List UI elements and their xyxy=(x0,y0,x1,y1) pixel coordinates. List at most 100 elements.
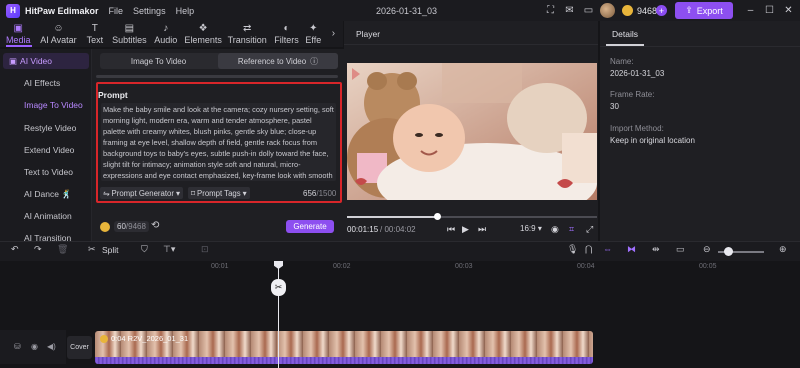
tab-effects[interactable]: ✦ Effe xyxy=(303,21,324,47)
export-label: Export xyxy=(696,5,723,16)
shield-icon[interactable]: ⛉ xyxy=(141,244,148,255)
prompt-generator-icon: ⇋ xyxy=(103,188,110,198)
refresh-icon[interactable]: ⟲ xyxy=(151,220,159,231)
playhead[interactable] xyxy=(278,261,279,368)
next-frame-icon[interactable]: ⏭ xyxy=(478,224,486,235)
redo-icon[interactable]: ↷ xyxy=(34,244,42,255)
play-icon[interactable]: ▶ xyxy=(462,224,469,235)
tab-ai-avatar[interactable]: ☺ AI Avatar xyxy=(36,21,80,47)
menu-file[interactable]: File xyxy=(109,6,124,16)
previous-frame-icon[interactable]: ⏮ xyxy=(447,224,455,235)
timeline-view-icon[interactable]: ▭ xyxy=(676,244,685,255)
import-method-value: Keep in original location xyxy=(610,136,695,145)
dance-icon: 🕺 xyxy=(61,189,72,199)
screen-icon[interactable]: ▭ xyxy=(582,4,595,17)
tab-audio[interactable]: ♪ Audio xyxy=(149,21,182,47)
sidebar-section-label: AI Video xyxy=(20,56,53,66)
crop-icon[interactable]: ⊡ xyxy=(201,244,209,255)
credits-coin-icon xyxy=(100,221,110,232)
aspect-ratio-select[interactable]: 16:9 ▾ xyxy=(520,224,542,233)
delete-icon[interactable]: 🗑 xyxy=(57,244,68,255)
info-icon[interactable]: ⓘ xyxy=(310,56,318,67)
split-button[interactable]: Split xyxy=(102,245,119,255)
divider xyxy=(600,46,800,47)
scissors-icon[interactable]: ✂ xyxy=(88,244,96,255)
export-button[interactable]: ⇪ Export xyxy=(675,2,733,19)
microphone-icon[interactable]: 🎙 xyxy=(567,244,578,255)
zoom-in-icon[interactable]: ⊕ xyxy=(779,244,787,255)
menu-settings[interactable]: Settings xyxy=(133,6,166,16)
mute-icon[interactable]: ◀) xyxy=(47,342,56,351)
prompt-generator-button[interactable]: ⇋ Prompt Generator ▾ xyxy=(100,187,183,199)
sidebar-item-ai-transition[interactable]: AI Transition xyxy=(24,233,71,241)
scroll-indicator[interactable] xyxy=(96,75,338,78)
sidebar-item-extend-video[interactable]: Extend Video xyxy=(24,145,74,155)
sidebar-item-image-to-video[interactable]: Image To Video xyxy=(24,100,83,110)
tab-label: Audio xyxy=(154,34,178,45)
undo-icon[interactable]: ↶ xyxy=(11,244,19,255)
avatar[interactable] xyxy=(600,3,615,18)
text-tool-icon[interactable]: ⊤▾ xyxy=(163,244,175,255)
frame-rate-value: 30 xyxy=(610,102,619,111)
cover-button[interactable]: Cover xyxy=(67,336,92,359)
chevron-down-icon: ▾ xyxy=(175,188,180,198)
sidebar-item-ai-effects[interactable]: AI Effects xyxy=(24,78,60,88)
tab-elements[interactable]: ❖ Elements xyxy=(182,21,224,47)
link-icon[interactable]: ⇔ xyxy=(603,244,612,254)
name-label: Name: xyxy=(610,57,634,66)
snapshot-icon[interactable]: ◉ xyxy=(551,224,559,235)
ruler-label: 00:05 xyxy=(699,263,717,270)
zoom-slider-handle[interactable] xyxy=(724,247,733,256)
aspect-ratio-value: 16:9 xyxy=(520,224,536,233)
zoom-out-icon[interactable]: ⊖ xyxy=(703,244,711,255)
mode-reference-to-video[interactable]: Reference to Video ⓘ xyxy=(218,53,338,69)
fullscreen-preview-icon[interactable]: ⤢ xyxy=(586,224,593,235)
character-count: 656/1500 xyxy=(303,189,336,198)
tab-details[interactable]: Details xyxy=(606,24,644,46)
elements-icon: ❖ xyxy=(198,22,208,34)
tab-subtitles[interactable]: ▤ Subtitles xyxy=(109,21,149,47)
playback-seekbar[interactable] xyxy=(347,213,597,220)
tabs-next-button[interactable]: › xyxy=(324,21,343,47)
detach-icon[interactable]: ⇹ xyxy=(652,244,660,255)
menu-help[interactable]: Help xyxy=(176,6,195,16)
active-tab-indicator xyxy=(6,45,32,47)
import-method-label: Import Method: xyxy=(610,124,664,133)
split-at-playhead-icon[interactable]: ✂ xyxy=(271,279,286,296)
sidebar-item-ai-dance[interactable]: AI Dance 🕺 xyxy=(24,189,72,200)
sidebar-item-restyle-video[interactable]: Restyle Video xyxy=(24,123,76,133)
notification-icon[interactable]: ✉ xyxy=(563,4,576,17)
sidebar-section-ai-video[interactable]: ▣ AI Video xyxy=(3,53,89,69)
sidebar-item-text-to-video[interactable]: Text to Video xyxy=(24,167,73,177)
snap-icon[interactable]: ⧓ xyxy=(627,244,636,255)
sidebar-item-ai-animation[interactable]: AI Animation xyxy=(24,211,72,221)
fullscreen-icon[interactable]: ⛶ xyxy=(544,4,557,17)
tab-filters[interactable]: ◐ Filters xyxy=(270,21,303,47)
maximize-icon[interactable]: ☐ xyxy=(763,4,776,17)
chevron-down-icon: ▾ xyxy=(537,224,542,233)
add-credits-button[interactable]: + xyxy=(656,5,667,16)
seekbar-handle[interactable] xyxy=(433,213,441,220)
visibility-icon[interactable]: ◉ xyxy=(31,342,38,351)
generate-button[interactable]: Generate xyxy=(286,220,334,233)
video-preview[interactable] xyxy=(347,63,597,200)
audio-waveform xyxy=(95,357,593,364)
mode-label: Reference to Video xyxy=(237,56,307,66)
frame-rate-label: Frame Rate: xyxy=(610,90,655,99)
mode-image-to-video[interactable]: Image To Video xyxy=(100,53,217,69)
chevron-down-icon: ▾ xyxy=(242,188,247,198)
tab-label: Media xyxy=(5,34,31,45)
mode-switch: Image To Video Reference to Video ⓘ xyxy=(100,53,338,69)
export-icon: ⇪ xyxy=(685,5,693,15)
document-title: 2026-01-31_03 xyxy=(376,6,438,16)
lock-track-icon[interactable]: ⛁ xyxy=(14,342,21,351)
magnet-icon[interactable]: ⋂ xyxy=(585,244,592,255)
prompt-tags-button[interactable]: ⌑ Prompt Tags ▾ xyxy=(188,187,250,199)
prompt-input[interactable]: Make the baby smile and look at the came… xyxy=(101,103,336,181)
tab-media[interactable]: ▣ Media xyxy=(0,21,36,47)
close-icon[interactable]: ✕ xyxy=(782,4,795,17)
minimize-icon[interactable]: – xyxy=(744,4,757,17)
tab-transition[interactable]: ⇄ Transition xyxy=(224,21,270,47)
tab-text[interactable]: T Text xyxy=(80,21,109,47)
grid-icon[interactable]: ⌗ xyxy=(569,224,574,235)
